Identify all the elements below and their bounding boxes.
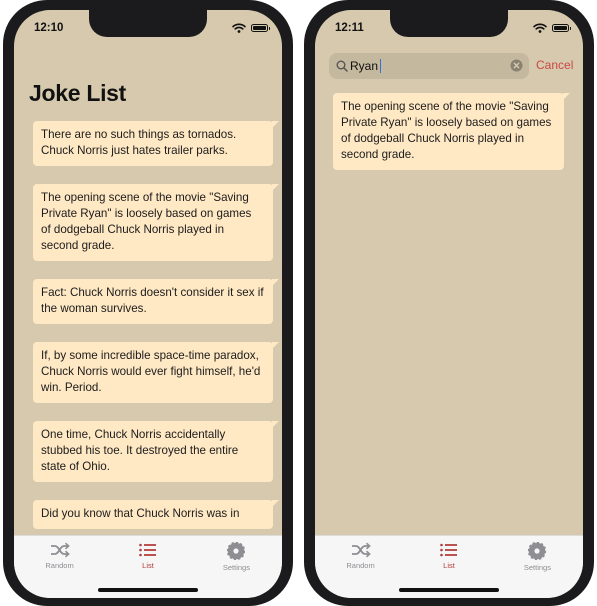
joke-item[interactable]: The opening scene of the movie "Saving P…	[33, 184, 279, 261]
cancel-button[interactable]: Cancel	[536, 58, 573, 72]
home-indicator	[98, 588, 198, 592]
shuffle-icon	[50, 542, 70, 558]
phone-frame-left: 12:10 Joke List There are no such things…	[3, 0, 293, 606]
tab-label: List	[142, 561, 154, 570]
clear-icon[interactable]	[510, 59, 523, 72]
list-icon	[440, 543, 457, 557]
joke-item[interactable]: Did you know that Chuck Norris was in	[33, 500, 279, 529]
tab-label: Random	[346, 561, 375, 570]
status-time: 12:11	[335, 22, 364, 34]
joke-item[interactable]: One time, Chuck Norris accidentally stub…	[33, 421, 279, 482]
battery-icon	[552, 24, 571, 32]
tab-label: Settings	[222, 563, 250, 572]
tab-settings[interactable]: Settings	[204, 542, 268, 572]
joke-list-screen: 12:10 Joke List There are no such things…	[14, 10, 282, 598]
tab-bar: Random List Settings	[14, 535, 282, 598]
search-screen: 12:11 Cancel The opening scene of the	[315, 10, 583, 598]
tab-random[interactable]: Random	[329, 542, 393, 570]
wifi-icon	[533, 23, 547, 33]
search-icon	[336, 60, 348, 72]
joke-item[interactable]: Fact: Chuck Norris doesn't consider it s…	[33, 279, 279, 324]
tab-list[interactable]: List	[116, 542, 180, 570]
home-indicator	[399, 588, 499, 592]
notch	[390, 10, 508, 37]
status-icons	[232, 22, 270, 34]
tab-random[interactable]: Random	[28, 542, 92, 570]
tab-list[interactable]: List	[417, 542, 481, 570]
joke-item[interactable]: There are no such things as tornados. Ch…	[33, 121, 279, 166]
status-time: 12:10	[34, 22, 64, 34]
tab-label: List	[443, 561, 455, 570]
joke-item[interactable]: If, by some incredible space-time parado…	[33, 342, 279, 403]
text-cursor	[380, 59, 382, 73]
tab-label: Random	[45, 561, 74, 570]
shuffle-icon	[351, 542, 371, 558]
joke-list[interactable]: There are no such things as tornados. Ch…	[33, 121, 279, 547]
phone-frame-right: 12:11 Cancel The opening scene of the	[304, 0, 594, 606]
page-title: Joke List	[29, 80, 127, 106]
gear-icon	[227, 542, 246, 560]
status-icons	[533, 22, 571, 34]
wifi-icon	[232, 23, 246, 33]
notch	[89, 10, 207, 37]
tab-bar: Random List Settings	[315, 535, 583, 598]
search-field[interactable]	[329, 53, 529, 79]
tab-label: Settings	[523, 563, 551, 572]
tab-settings[interactable]: Settings	[505, 542, 569, 572]
gear-icon	[528, 542, 547, 560]
list-icon	[139, 543, 156, 557]
joke-item[interactable]: The opening scene of the movie "Saving P…	[333, 93, 570, 170]
battery-icon	[251, 24, 270, 32]
search-results[interactable]: The opening scene of the movie "Saving P…	[333, 93, 570, 188]
search-input[interactable]	[350, 56, 500, 76]
